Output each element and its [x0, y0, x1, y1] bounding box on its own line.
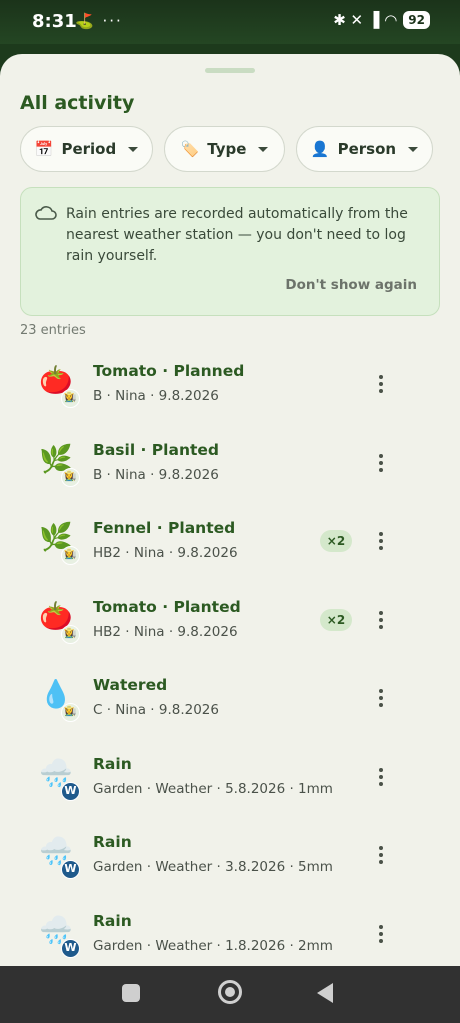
quantity-badge: ×2: [320, 608, 352, 631]
list-item[interactable]: 💧 👩‍🌾 Watered C · Nina · 9.8.2026: [0, 666, 460, 745]
filter-label: Type: [207, 140, 247, 158]
status-time: 8:31: [32, 11, 77, 32]
entry-meta: B · Nina · 9.8.2026: [93, 466, 219, 483]
farmer-avatar-icon: 👩‍🌾: [61, 467, 80, 487]
list-item[interactable]: 🌧️ W Rain Garden · Weather · 1.8.2026 · …: [0, 902, 460, 967]
connectivity-icons: ✱ ✕ ▐ ◠: [333, 11, 398, 29]
weather-badge-icon: W: [61, 860, 80, 879]
entry-meta: HB2 · Nina · 9.8.2026: [93, 545, 238, 561]
weather-badge-icon: W: [61, 781, 80, 801]
entry-meta: Garden · Weather · 1.8.2026 · 2mm: [93, 937, 333, 954]
filter-person-chip[interactable]: 👤 Person: [296, 126, 433, 172]
filter-label: Person: [337, 140, 397, 158]
more-options-icon[interactable]: [372, 765, 390, 789]
calendar-icon: 📅: [34, 140, 54, 158]
battery-icon: 92: [403, 11, 430, 29]
drag-handle[interactable]: [205, 68, 255, 73]
more-options-icon[interactable]: [372, 922, 390, 946]
entry-count: 23 entries: [20, 323, 86, 338]
cloud-icon: [35, 206, 57, 220]
more-options-icon[interactable]: [372, 372, 390, 396]
entry-title: Fennel · Planted: [93, 519, 236, 537]
chevron-down-icon: [408, 146, 419, 152]
more-options-icon[interactable]: [372, 529, 390, 553]
entry-title: Rain: [93, 911, 132, 930]
status-bar: 8:31 ⛳ ··· ✱ ✕ ▐ ◠ 92: [0, 0, 460, 44]
entry-title: Tomato · Planted: [93, 597, 241, 616]
recents-icon[interactable]: [122, 984, 140, 1002]
system-icons: ✱ ✕ ▐ ◠ 92: [333, 11, 430, 29]
entry-title: Basil · Planted: [93, 440, 219, 459]
activity-list: 🍅 👩‍🌾 Tomato · Planned B · Nina · 9.8.20…: [0, 352, 460, 966]
list-item[interactable]: 🌿 👩‍🌾 Fennel · Planted HB2 · Nina · 9.8.…: [0, 509, 460, 588]
notification-icons: ⛳ ···: [75, 12, 123, 30]
home-icon[interactable]: [218, 980, 242, 1004]
tag-icon: 🏷️: [180, 140, 200, 158]
more-options-icon[interactable]: [372, 843, 390, 867]
person-icon: 👤: [310, 140, 330, 158]
entry-title: Tomato · Planned: [93, 362, 245, 380]
entry-title: Rain: [93, 833, 132, 851]
navigation-bar: [0, 966, 460, 1023]
chevron-down-icon: [258, 146, 269, 152]
list-item[interactable]: 🍅 👩‍🌾 Tomato · Planned B · Nina · 9.8.20…: [0, 352, 460, 431]
farmer-avatar-icon: 👩‍🌾: [61, 624, 80, 644]
entry-meta: Garden · Weather · 3.8.2026 · 5mm: [93, 859, 333, 875]
page-title: All activity: [20, 92, 135, 114]
more-options-icon[interactable]: [372, 686, 390, 710]
entry-meta: Garden · Weather · 5.8.2026 · 1mm: [93, 780, 333, 797]
list-item[interactable]: 🌧️ W Rain Garden · Weather · 3.8.2026 · …: [0, 823, 460, 902]
more-options-icon[interactable]: [372, 451, 390, 475]
chevron-down-icon: [128, 146, 139, 152]
entry-meta: B · Nina · 9.8.2026: [93, 388, 219, 404]
entry-title: Watered: [93, 676, 168, 694]
rain-info-banner: Rain entries are recorded automatically …: [20, 187, 440, 316]
info-message: Rain entries are recorded automatically …: [66, 206, 408, 264]
filter-type-chip[interactable]: 🏷️ Type: [164, 126, 285, 172]
list-item[interactable]: 🌿 👩‍🌾 Basil · Planted B · Nina · 9.8.202…: [0, 431, 460, 510]
quantity-badge: ×2: [320, 530, 352, 552]
list-item[interactable]: 🍅 👩‍🌾 Tomato · Planted HB2 · Nina · 9.8.…: [0, 588, 460, 667]
dont-show-again-button[interactable]: Don't show again: [285, 277, 417, 293]
farmer-avatar-icon: 👩‍🌾: [61, 389, 80, 408]
activity-sheet: All activity 📅 Period 🏷️ Type 👤 Person R…: [0, 54, 460, 966]
filter-label: Period: [61, 140, 117, 158]
entry-meta: C · Nina · 9.8.2026: [93, 702, 219, 718]
farmer-avatar-icon: 👩‍🌾: [61, 546, 80, 565]
entry-meta: HB2 · Nina · 9.8.2026: [93, 623, 238, 640]
list-item[interactable]: 🌧️ W Rain Garden · Weather · 5.8.2026 · …: [0, 745, 460, 824]
filter-period-chip[interactable]: 📅 Period: [20, 126, 153, 172]
farmer-avatar-icon: 👩‍🌾: [61, 703, 80, 722]
more-options-icon[interactable]: [372, 608, 390, 632]
weather-badge-icon: W: [61, 938, 80, 958]
back-icon[interactable]: [317, 983, 333, 1003]
entry-title: Rain: [93, 754, 132, 773]
